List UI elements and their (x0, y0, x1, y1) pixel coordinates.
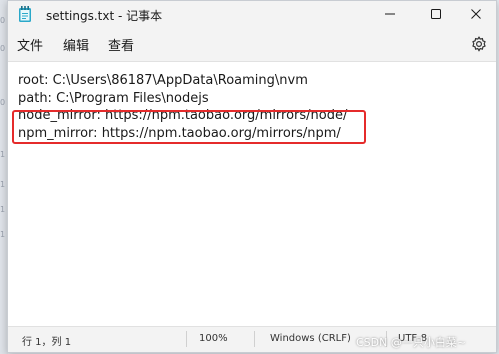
line-ending: Windows (CRLF) (270, 333, 351, 344)
menu-view[interactable]: 查看 (108, 35, 134, 54)
menu-edit[interactable]: 编辑 (63, 35, 89, 54)
text-line: path: C:\Program Files\nodejs (18, 90, 209, 106)
red-highlight-box (12, 110, 366, 144)
notepad-window: settings.txt - 记事本 文件 编辑 查看 root: C:\Use… (7, 0, 497, 353)
minimize-icon (385, 13, 395, 15)
maximize-icon (431, 9, 441, 19)
text-editor[interactable]: root: C:\Users\86187\AppData\Roaming\nvm… (8, 61, 496, 327)
window-title: settings.txt - 记事本 (46, 9, 163, 23)
zoom-level: 100% (199, 333, 228, 344)
watermark: CSDN @一只小白菜~ (356, 336, 467, 349)
minimize-button[interactable] (370, 3, 410, 25)
notepad-icon (18, 6, 32, 23)
settings-button[interactable] (470, 35, 488, 53)
close-icon (471, 9, 481, 19)
text-line: root: C:\Users\86187\AppData\Roaming\nvm (18, 73, 308, 88)
title-bar[interactable]: settings.txt - 记事本 (8, 1, 496, 29)
menu-file[interactable]: 文件 (17, 35, 43, 54)
cursor-position: 行 1，列 1 (22, 337, 72, 348)
close-button[interactable] (456, 3, 496, 25)
gear-icon (472, 36, 486, 52)
menu-bar: 文件 编辑 查看 (8, 31, 496, 57)
maximize-button[interactable] (416, 3, 456, 25)
